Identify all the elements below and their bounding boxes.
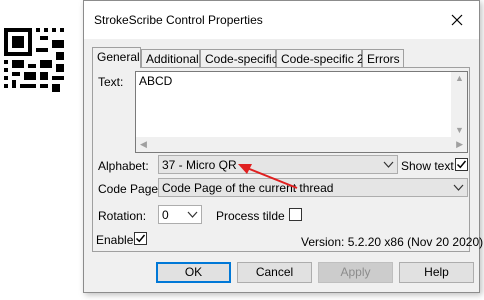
tab-code-specific-2[interactable]: Code-specific 2: [276, 49, 364, 67]
general-panel: Text: ABCD ▲ ▼ ◀ ▶ Alphabet: 37 - Micro …: [92, 67, 483, 252]
rotation-label: Rotation:: [98, 209, 147, 223]
help-button[interactable]: Help: [399, 262, 474, 283]
apply-button[interactable]: Apply: [318, 262, 393, 283]
process-tilde-checkbox[interactable]: [289, 208, 302, 221]
scroll-right-icon[interactable]: ▶: [456, 139, 463, 150]
properties-dialog: StrokeScribe Control Properties General …: [83, 0, 483, 293]
tab-errors[interactable]: Errors: [362, 49, 404, 67]
chevron-down-icon: [453, 184, 464, 191]
show-text-checkbox[interactable]: [455, 158, 468, 171]
title-bar[interactable]: StrokeScribe Control Properties: [84, 1, 479, 39]
micro-qr-preview: [4, 28, 68, 92]
text-value: ABCD: [139, 74, 173, 88]
horizontal-scrollbar[interactable]: ◀ ▶: [136, 137, 467, 152]
code-page-select[interactable]: Code Page of the current thread: [158, 178, 468, 197]
text-input[interactable]: ABCD ▲ ▼ ◀ ▶: [135, 71, 468, 153]
checkmark-icon: [135, 234, 146, 243]
ok-button[interactable]: OK: [156, 262, 231, 283]
alphabet-select[interactable]: 37 - Micro QR: [158, 155, 398, 174]
scroll-left-icon[interactable]: ◀: [140, 139, 147, 150]
close-icon[interactable]: [447, 10, 467, 30]
text-label: Text:: [98, 75, 124, 89]
version-text: Version: 5.2.20 x86 (Nov 20 2020): [301, 235, 484, 249]
chevron-down-icon: [383, 161, 394, 168]
scroll-up-icon[interactable]: ▲: [455, 73, 464, 83]
show-text-label: Show text: [401, 159, 454, 173]
tab-additional[interactable]: Additional: [141, 49, 200, 67]
alphabet-label: Alphabet:: [98, 159, 149, 173]
code-page-value: Code Page of the current thread: [162, 181, 334, 195]
chevron-down-icon: [187, 211, 198, 218]
vertical-scrollbar[interactable]: ▲ ▼: [451, 72, 467, 138]
alphabet-value: 37 - Micro QR: [162, 158, 237, 172]
code-page-label: Code Page:: [98, 182, 162, 196]
checkmark-icon: [456, 160, 467, 169]
enable-checkbox[interactable]: [134, 232, 147, 245]
enable-label: Enable: [96, 233, 134, 247]
rotation-value: 0: [162, 208, 169, 222]
tab-code-specific[interactable]: Code-specific: [200, 49, 278, 67]
dialog-title: StrokeScribe Control Properties: [94, 13, 263, 27]
cancel-button[interactable]: Cancel: [237, 262, 312, 283]
scroll-down-icon[interactable]: ▼: [455, 125, 464, 135]
rotation-select[interactable]: 0: [158, 205, 202, 224]
process-tilde-label: Process tilde: [216, 209, 285, 223]
tab-general[interactable]: General: [92, 47, 141, 68]
